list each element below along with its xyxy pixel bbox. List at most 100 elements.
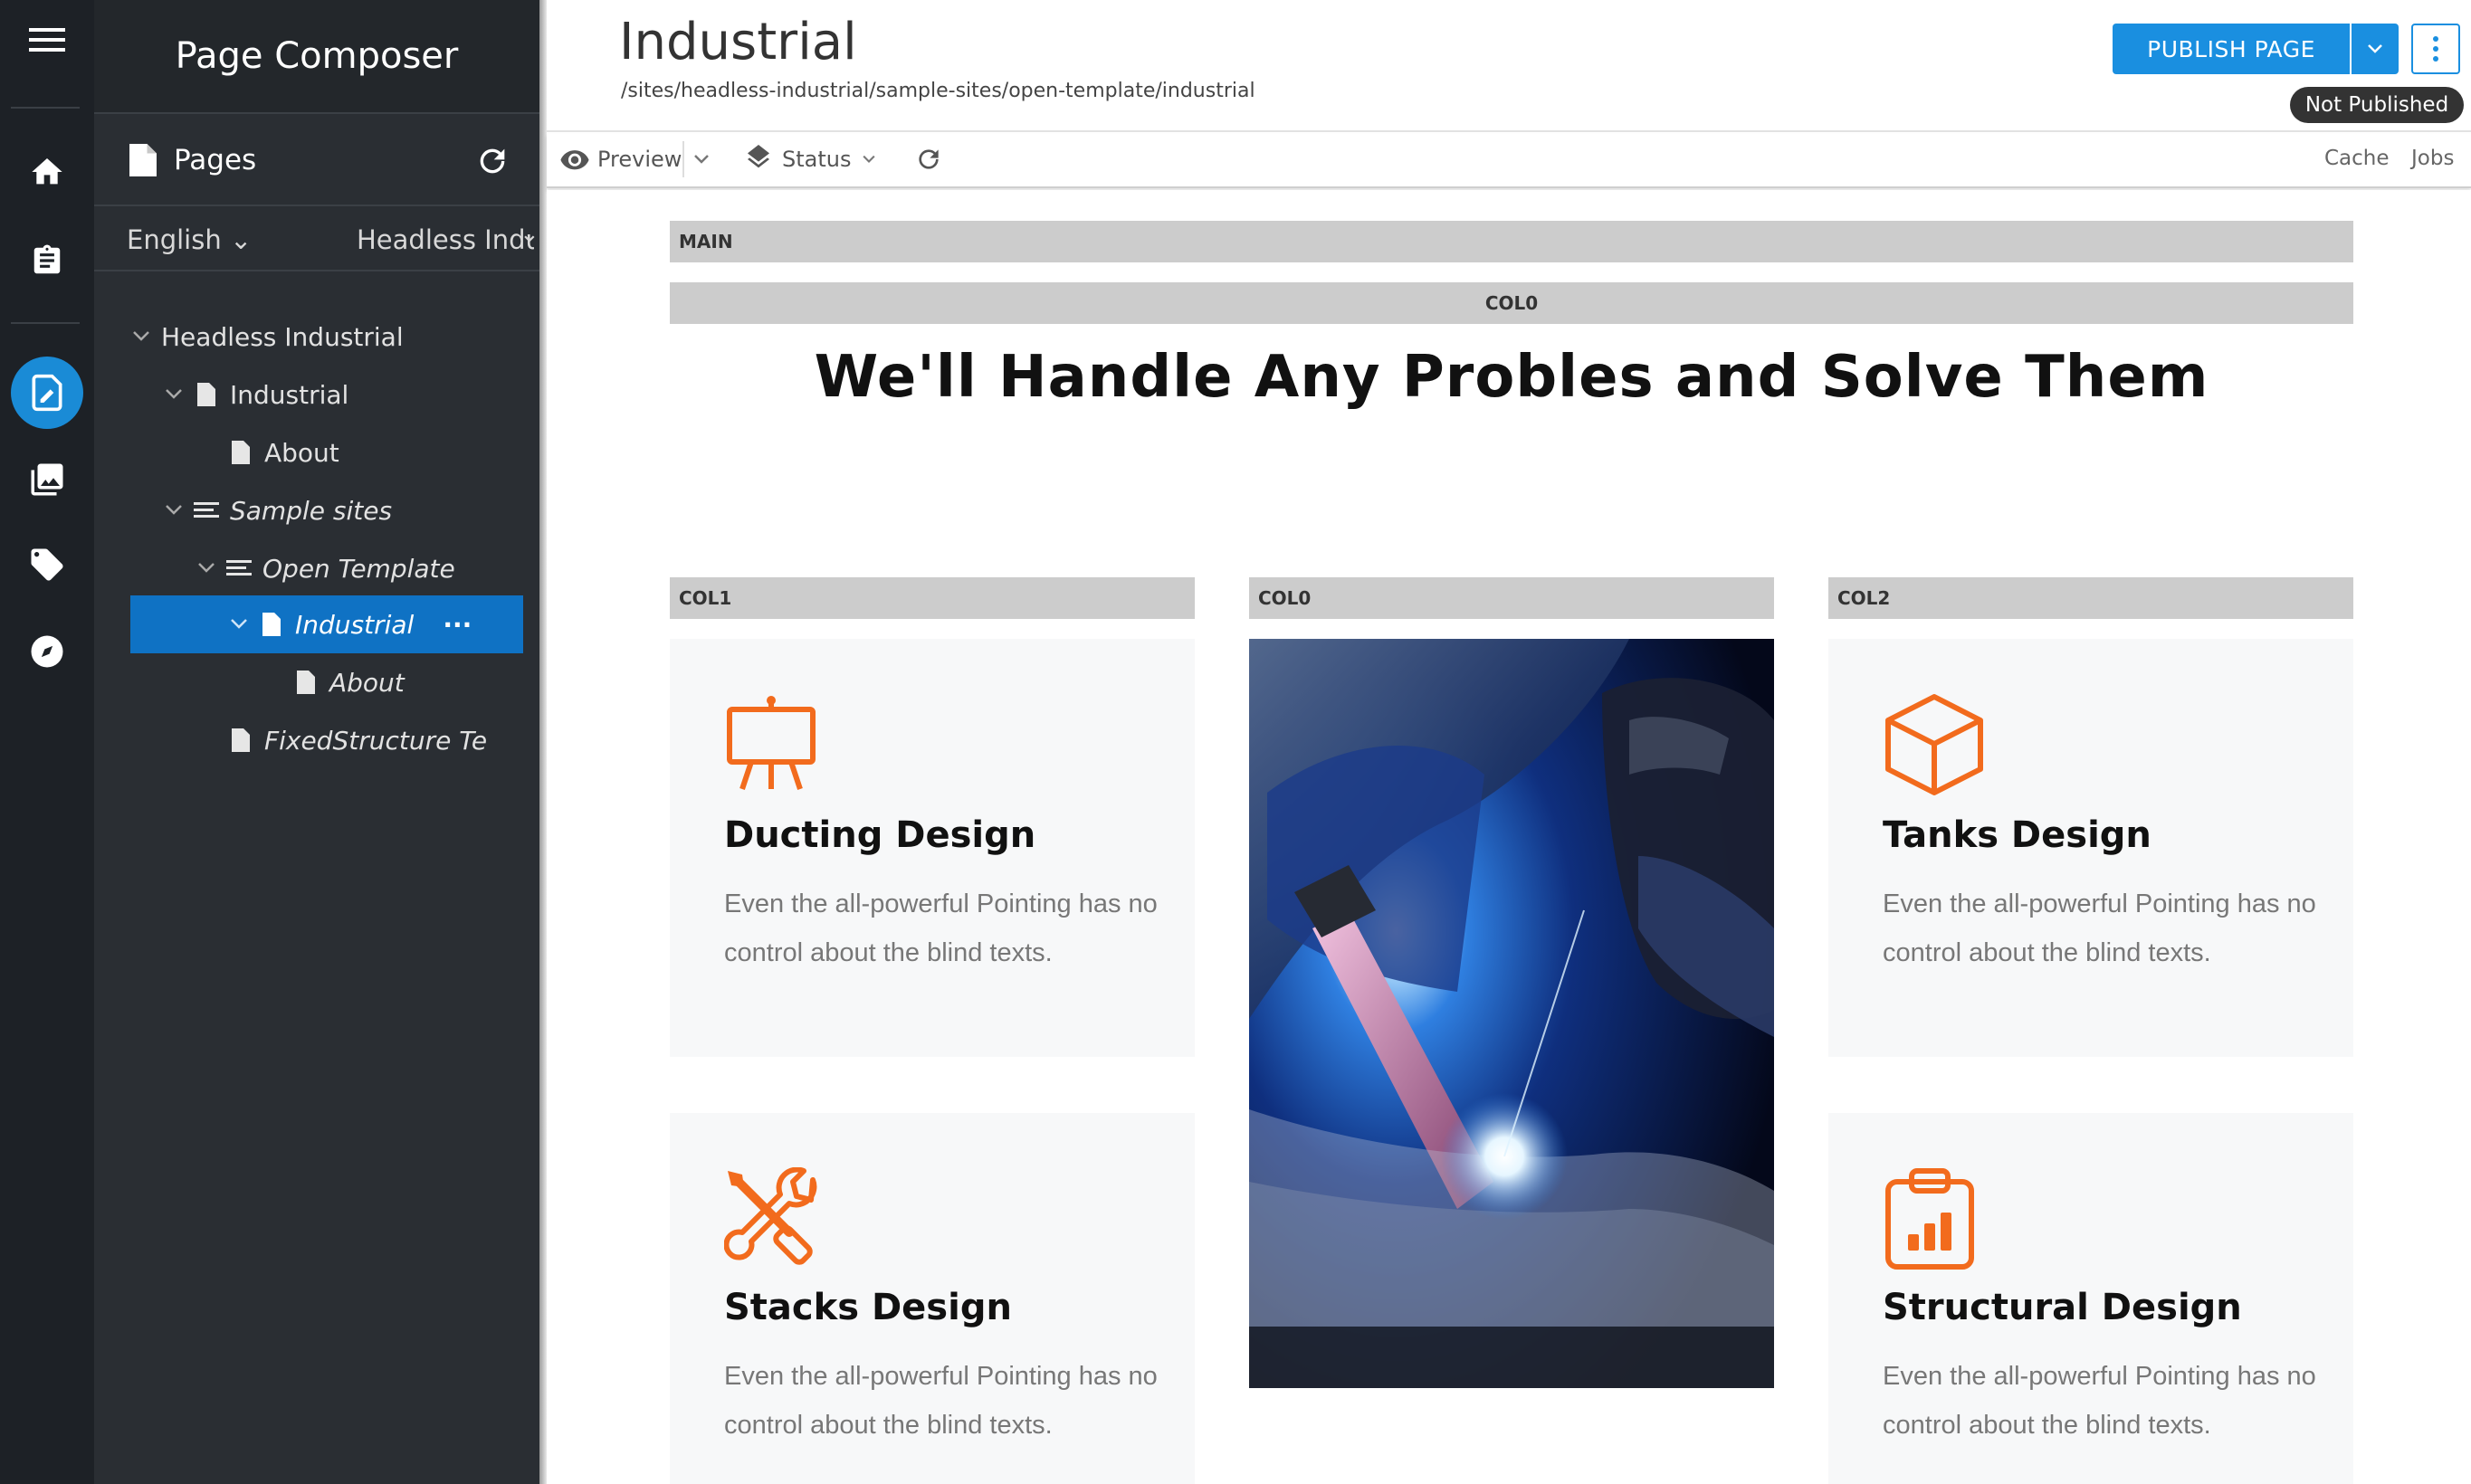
chevron-down-icon[interactable]: ⌄: [520, 221, 539, 248]
tree-item-about-child[interactable]: About: [293, 655, 405, 709]
language-site-bar: English ⌄ Headless Industrial ⌄: [94, 208, 539, 271]
chevron-down-icon[interactable]: [196, 557, 217, 579]
clipboard-icon[interactable]: [0, 224, 94, 297]
status-badge: Not Published: [2290, 87, 2464, 123]
page-icon: [293, 668, 319, 697]
page-icon: [194, 380, 219, 409]
page-composer-sidebar: Page Composer Pages English ⌄ Headless I…: [94, 0, 539, 1484]
page-icon: [228, 726, 253, 755]
rail-divider: [11, 322, 80, 324]
tree-item-industrial-selected[interactable]: Industrial ···: [228, 597, 472, 652]
refresh-icon[interactable]: [474, 143, 510, 183]
area-col0b-label[interactable]: COL0: [1249, 577, 1774, 619]
page-composer-icon[interactable]: [0, 357, 94, 429]
area-col0-label[interactable]: COL0: [670, 282, 2353, 324]
sidebar-title: Page Composer: [175, 35, 459, 77]
page-path: /sites/headless-industrial/sample-sites/…: [621, 80, 1255, 102]
page-headline: We'll Handle Any Probles and Solve Them: [814, 344, 2209, 411]
layers-icon: [748, 145, 769, 168]
area-col2-label[interactable]: COL2: [1828, 577, 2353, 619]
home-icon[interactable]: [0, 136, 94, 208]
site-value: Headless Industrial: [357, 224, 534, 255]
publish-options-button[interactable]: [2352, 24, 2399, 74]
easel-icon: [724, 693, 818, 796]
site-select[interactable]: Headless Industrial: [357, 224, 534, 255]
card-text: Even the all-powerful Pointing has no co…: [1883, 1362, 2316, 1440]
active-indicator: [11, 357, 83, 429]
chevron-down-icon: [2368, 44, 2382, 53]
list-icon: [226, 554, 252, 583]
list-icon: [194, 496, 219, 525]
jobs-link[interactable]: Jobs: [2411, 147, 2454, 170]
card-stacks-design[interactable]: Stacks Design Even the all-powerful Poin…: [670, 1113, 1195, 1484]
sidebar-header: Page Composer: [94, 0, 539, 114]
clipboard-chart-icon: [1883, 1167, 1977, 1274]
tree-item-label: FixedStructure Te: [264, 725, 488, 756]
chevron-down-icon: ⌄: [229, 224, 253, 255]
card-text: Even the all-powerful Pointing has no co…: [724, 889, 1158, 967]
chevron-down-icon: [694, 155, 709, 164]
cube-icon: [1883, 693, 1986, 800]
cache-link[interactable]: Cache: [2324, 147, 2390, 170]
tree-item-label: Industrial: [295, 609, 415, 640]
page-icon: [259, 610, 284, 639]
rail-divider: [11, 107, 80, 109]
compass-icon[interactable]: [0, 615, 94, 688]
pages-label: Pages: [174, 144, 257, 176]
chevron-down-icon[interactable]: [228, 614, 250, 635]
tree-item-label: Open Template: [262, 553, 455, 584]
area-main-label[interactable]: MAIN: [670, 221, 2353, 262]
language-value: English: [127, 224, 222, 255]
language-select[interactable]: English ⌄: [127, 224, 252, 255]
panel-resize-handle[interactable]: [539, 0, 547, 1484]
card-title: Ducting Design: [724, 814, 1036, 856]
area-col1-label[interactable]: COL1: [670, 577, 1195, 619]
tree-item-industrial[interactable]: Industrial: [163, 367, 348, 422]
card-title: Tanks Design: [1883, 814, 2151, 856]
chevron-down-icon[interactable]: [163, 499, 185, 521]
chevron-down-icon[interactable]: [130, 326, 152, 347]
page-header: Industrial /sites/headless-industrial/sa…: [547, 0, 2471, 132]
card-ducting-design[interactable]: Ducting Design Even the all-powerful Poi…: [670, 639, 1195, 1057]
tree-item-fixedstructure[interactable]: FixedStructure Te: [228, 713, 536, 767]
more-horizontal-icon[interactable]: ···: [443, 610, 472, 640]
card-title: Structural Design: [1883, 1287, 2242, 1328]
card-text: Even the all-powerful Pointing has no co…: [1883, 889, 2316, 967]
status-button[interactable]: Status: [744, 134, 876, 185]
tree-item-about[interactable]: About: [228, 425, 339, 480]
pages-section-header: Pages: [94, 116, 539, 206]
app-rail: [0, 0, 94, 1484]
media-icon[interactable]: [0, 443, 94, 516]
eye-icon: [560, 150, 589, 170]
tree-item-label: Industrial: [230, 379, 349, 410]
more-vertical-icon: [2433, 36, 2438, 62]
preview-button[interactable]: Preview: [559, 134, 682, 185]
page-icon: [127, 140, 159, 180]
tree-item-sample-sites[interactable]: Sample sites: [163, 483, 392, 537]
tag-icon[interactable]: [0, 528, 94, 601]
menu-icon[interactable]: [0, 4, 94, 76]
preview-options-button[interactable]: [682, 141, 710, 177]
page-title: Industrial: [619, 13, 857, 71]
card-tanks-design[interactable]: Tanks Design Even the all-powerful Point…: [1828, 639, 2353, 1057]
preview-label: Preview: [597, 147, 682, 172]
status-label: Status: [782, 147, 852, 172]
tree-item-label: Headless Industrial: [161, 321, 404, 352]
card-title: Stacks Design: [724, 1287, 1012, 1328]
welding-photo: [1249, 639, 1774, 1388]
tree-item-label: About: [329, 667, 405, 698]
card-structural-design[interactable]: Structural Design Even the all-powerful …: [1828, 1113, 2353, 1484]
chevron-down-icon: [863, 155, 876, 163]
chevron-down-icon[interactable]: [163, 384, 185, 405]
publish-page-button[interactable]: PUBLISH PAGE: [2113, 24, 2350, 74]
refresh-icon[interactable]: [914, 134, 943, 185]
tree-item-label: About: [264, 437, 339, 468]
tree-item-label: Sample sites: [230, 495, 393, 526]
card-text: Even the all-powerful Pointing has no co…: [724, 1362, 1158, 1440]
editor-toolbar: Preview Status Cache Jobs: [547, 134, 2471, 188]
tree-item-open-template[interactable]: Open Template: [196, 541, 455, 595]
page-icon: [228, 438, 253, 467]
tree-item-headless-industrial[interactable]: Headless Industrial: [130, 309, 404, 364]
page-canvas: MAIN COL0 We'll Handle Any Probles and S…: [547, 190, 2471, 1484]
more-options-button[interactable]: [2411, 24, 2460, 74]
